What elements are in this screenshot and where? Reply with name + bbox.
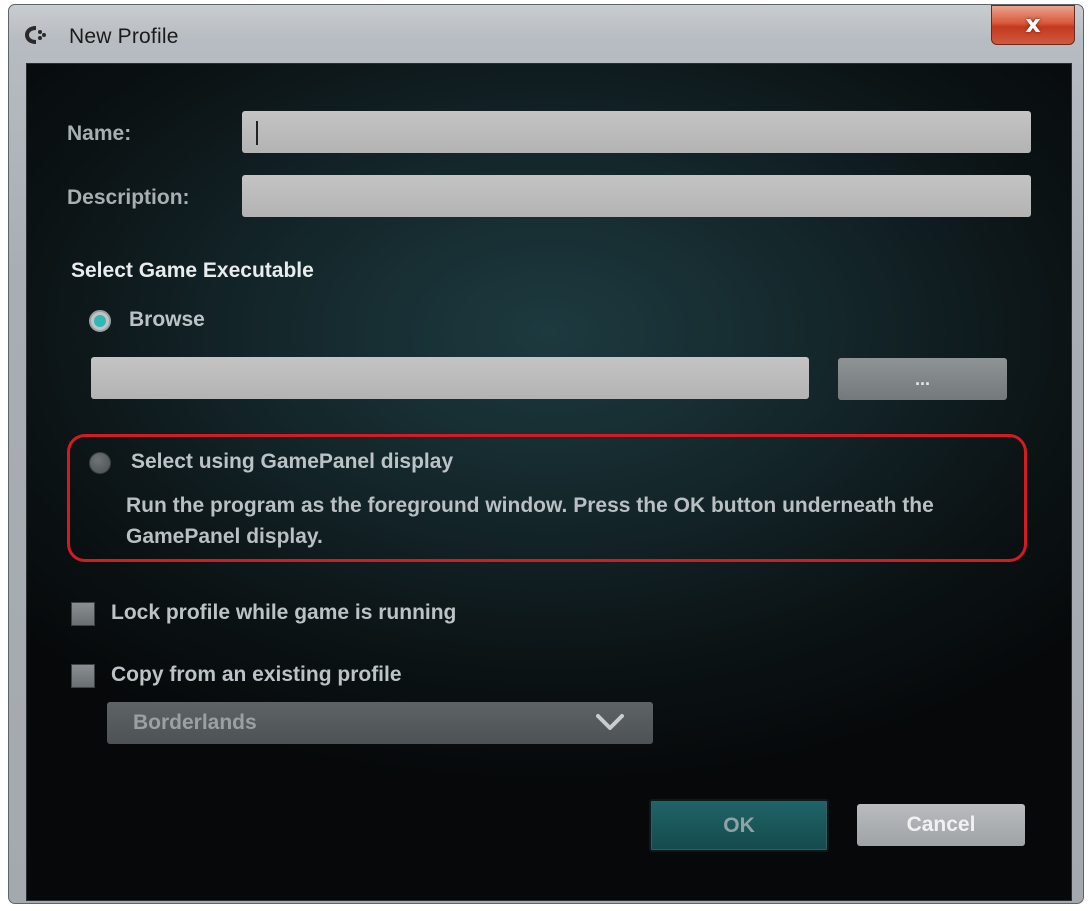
gamepanel-description: Run the program as the foreground window…: [126, 494, 934, 548]
lock-profile-checkbox[interactable]: [71, 602, 95, 626]
lock-profile-label[interactable]: Lock profile while game is running: [111, 601, 456, 625]
copy-profile-label[interactable]: Copy from an existing profile: [111, 663, 402, 687]
browse-radio[interactable]: [89, 310, 111, 332]
description-label: Description:: [67, 186, 190, 209]
chevron-down-icon: [596, 714, 624, 730]
name-label: Name:: [67, 122, 132, 145]
gamepanel-radio[interactable]: [89, 452, 111, 474]
logitech-logo-icon: [25, 26, 46, 44]
browse-radio-label[interactable]: Browse: [129, 308, 205, 332]
select-game-executable-heading: Select Game Executable: [71, 259, 314, 282]
close-button[interactable]: x: [991, 5, 1075, 45]
description-input[interactable]: [242, 175, 1031, 217]
cancel-button[interactable]: Cancel: [857, 804, 1025, 846]
title-bar[interactable]: New Profile x: [9, 5, 1083, 63]
gamepanel-radio-label[interactable]: Select using GamePanel display: [131, 450, 453, 474]
text-caret: [256, 121, 258, 145]
existing-profile-dropdown[interactable]: Borderlands: [107, 702, 653, 744]
close-x-icon: x: [1025, 10, 1041, 38]
copy-profile-checkbox[interactable]: [71, 664, 95, 688]
window-title: New Profile: [69, 25, 179, 48]
ok-button[interactable]: OK: [649, 799, 829, 852]
browse-file-button[interactable]: ...: [838, 358, 1007, 400]
dropdown-selected-value: Borderlands: [133, 711, 257, 734]
name-input[interactable]: [242, 111, 1031, 153]
executable-path-input[interactable]: [91, 357, 809, 399]
